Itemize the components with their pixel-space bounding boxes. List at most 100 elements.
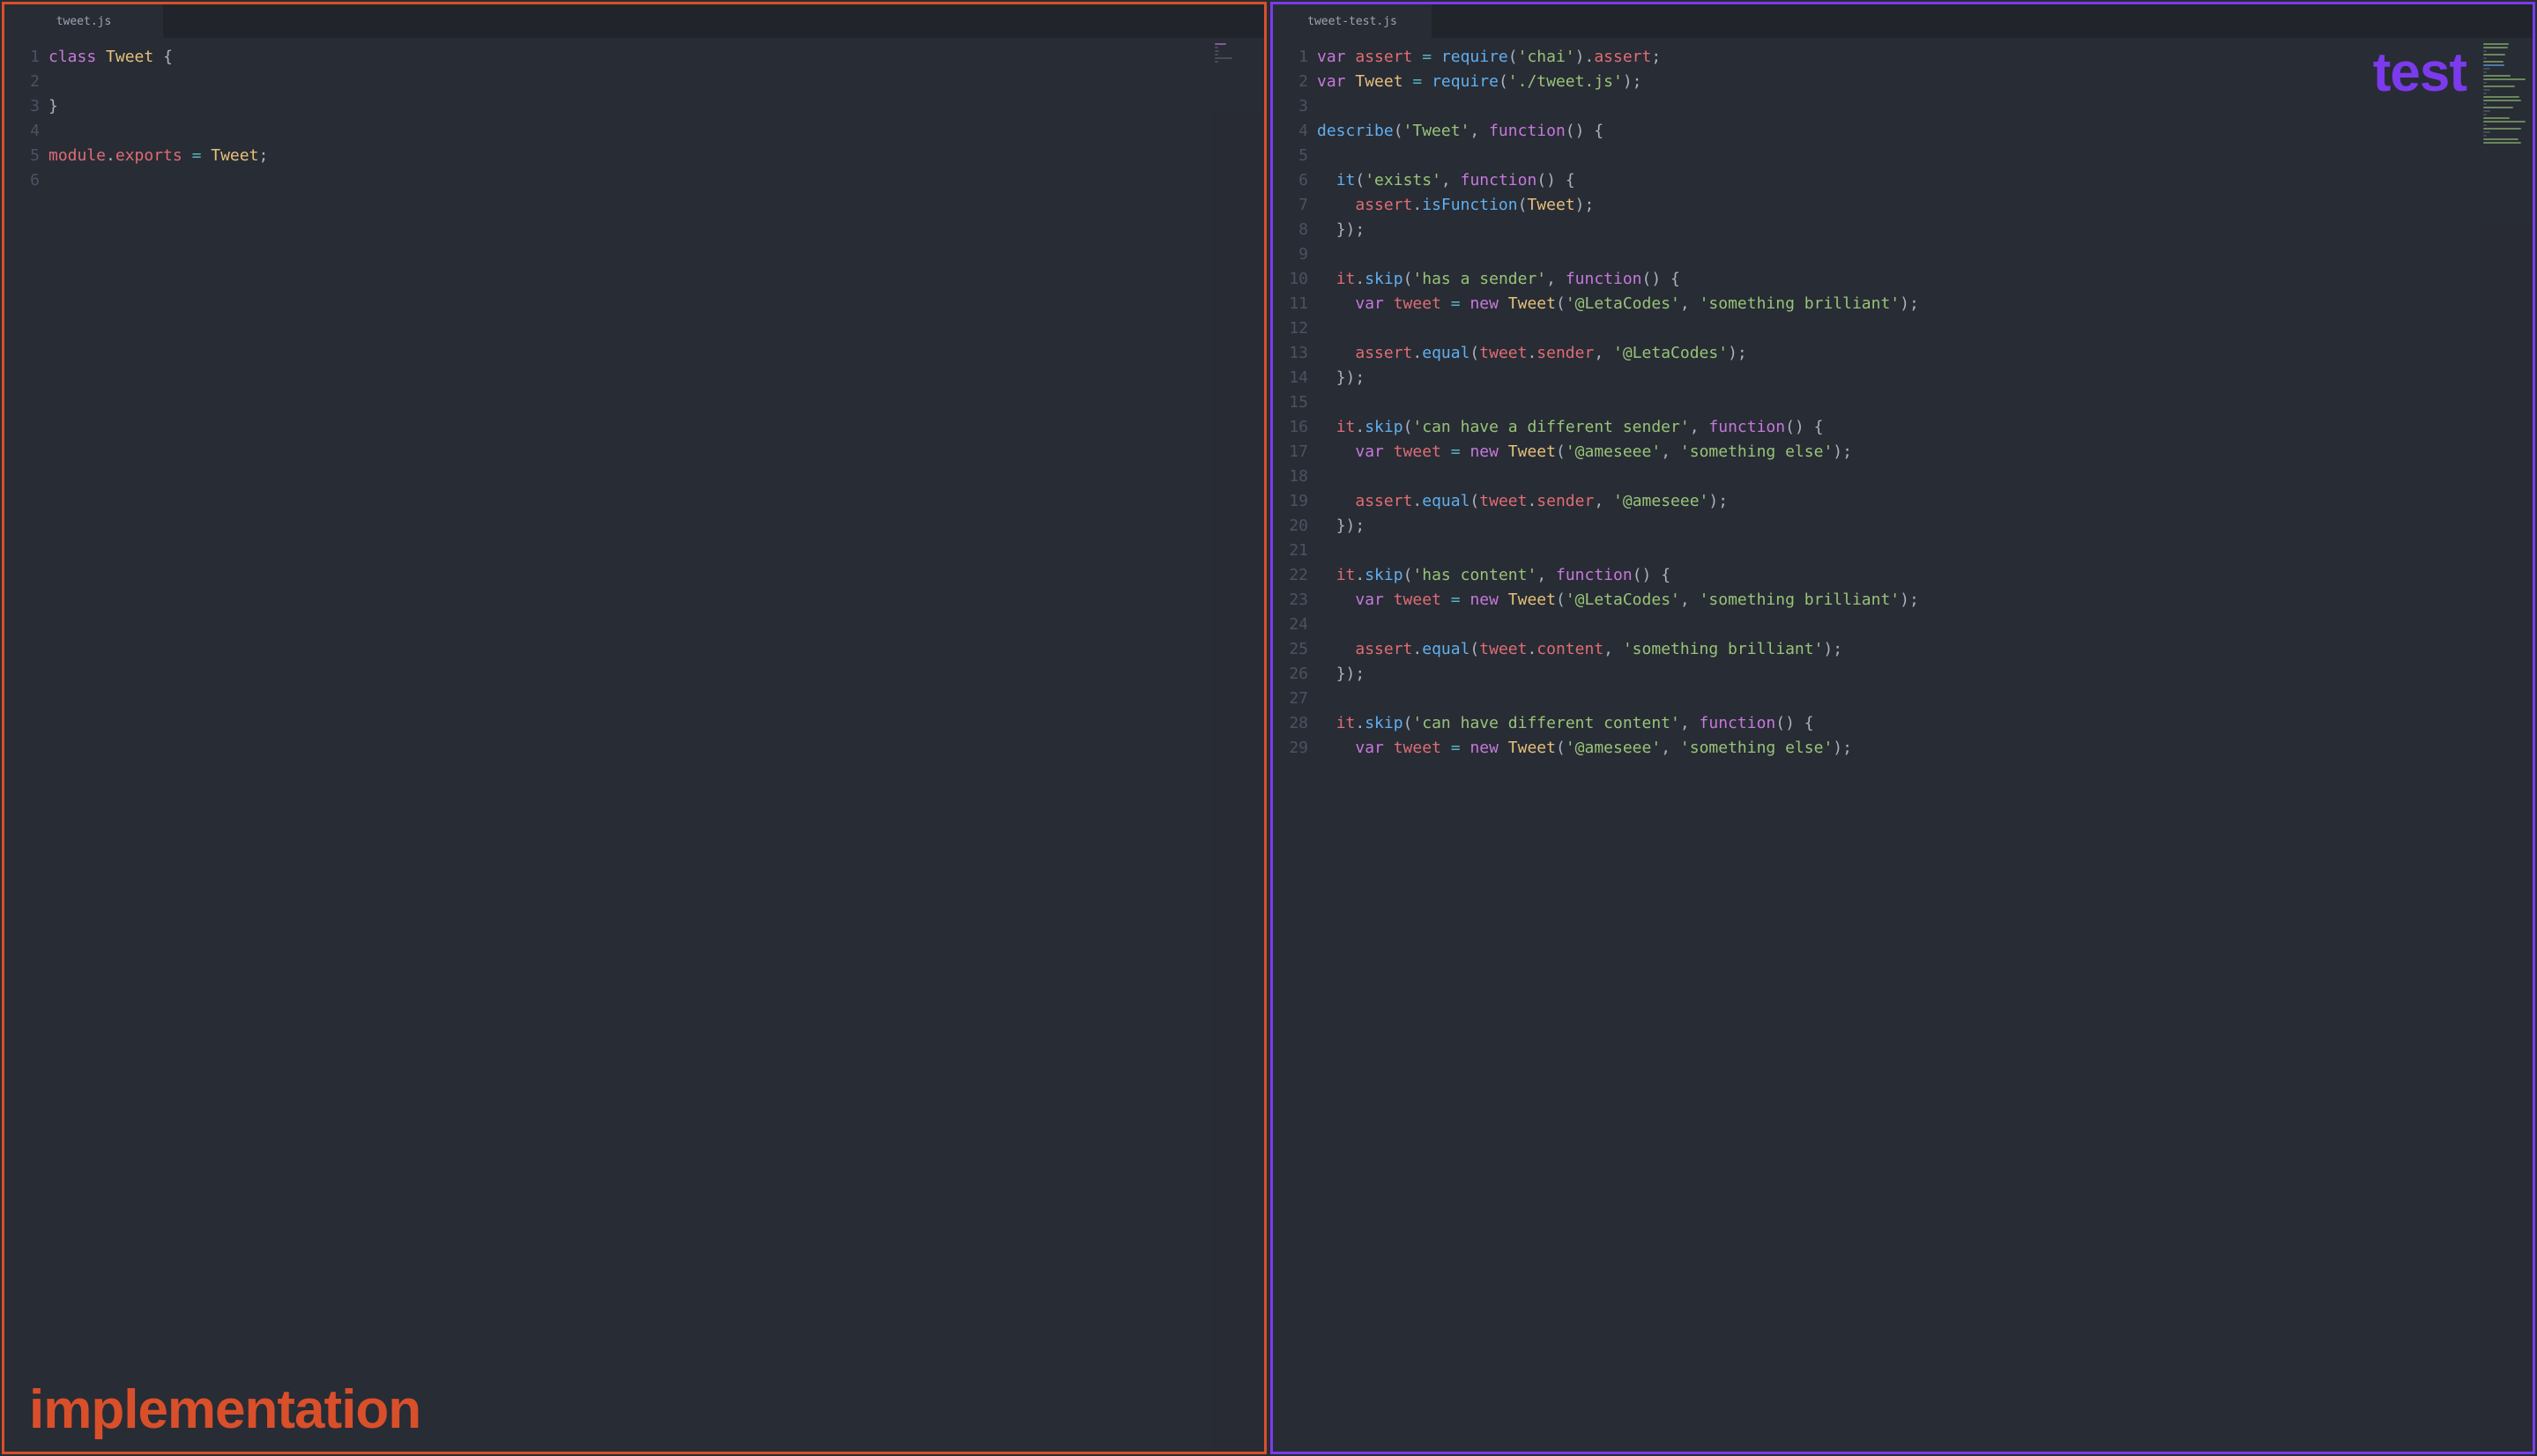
code-line[interactable]: describe('Tweet', function() {: [1317, 119, 2480, 144]
code-line[interactable]: it.skip('can have a different sender', f…: [1317, 415, 2480, 440]
line-number: 15: [1273, 390, 1308, 415]
code-line[interactable]: [1317, 613, 2480, 637]
editor-left[interactable]: 123456 class Tweet { } module.exports = …: [4, 38, 1264, 1452]
line-number: 2: [4, 70, 40, 94]
minimap-line: [2483, 135, 2487, 137]
line-number: 18: [1273, 464, 1308, 489]
line-number: 12: [1273, 316, 1308, 341]
minimap-line: [2483, 121, 2526, 123]
code-line[interactable]: var tweet = new Tweet('@LetaCodes', 'som…: [1317, 588, 2480, 613]
overlay-label-test: test: [2373, 41, 2466, 104]
code-line[interactable]: assert.equal(tweet.sender, '@LetaCodes')…: [1317, 341, 2480, 366]
code-line[interactable]: class Tweet {: [48, 45, 1211, 70]
code-line[interactable]: assert.equal(tweet.content, 'something b…: [1317, 637, 2480, 662]
minimap-left[interactable]: [1211, 38, 1264, 1452]
line-number: 27: [1273, 687, 1308, 711]
minimap-line: [2483, 71, 2487, 73]
line-number: 23: [1273, 588, 1308, 613]
code-line[interactable]: var Tweet = require('./tweet.js');: [1317, 70, 2480, 94]
gutter-right: 1234567891011121314151617181920212223242…: [1273, 38, 1317, 1452]
code-line[interactable]: var tweet = new Tweet('@ameseee', 'somet…: [1317, 440, 2480, 464]
line-number: 29: [1273, 736, 1308, 761]
code-line[interactable]: [1317, 94, 2480, 119]
minimap-line: [1215, 61, 1218, 63]
minimap-line: [2483, 114, 2487, 115]
minimap-line: [2483, 138, 2518, 140]
minimap-right[interactable]: [2480, 38, 2533, 1452]
line-number: 17: [1273, 440, 1308, 464]
minimap-line: [2483, 89, 2490, 91]
code-line[interactable]: });: [1317, 514, 2480, 539]
minimap-line: [2483, 85, 2515, 87]
line-number: 25: [1273, 637, 1308, 662]
tab-tweet-js[interactable]: tweet.js: [4, 4, 163, 38]
line-number: 8: [1273, 218, 1308, 242]
editor-pane-left: tweet.js 123456 class Tweet { } module.e…: [2, 2, 1267, 1454]
code-line[interactable]: [1317, 539, 2480, 563]
minimap-line: [2483, 47, 2508, 48]
code-line[interactable]: var tweet = new Tweet('@ameseee', 'somet…: [1317, 736, 2480, 761]
code-line[interactable]: });: [1317, 662, 2480, 687]
minimap-line: [2483, 100, 2521, 101]
line-number: 1: [4, 45, 40, 70]
minimap-line: [2483, 93, 2487, 94]
minimap-line: [2483, 82, 2487, 84]
code-line[interactable]: it('exists', function() {: [1317, 168, 2480, 193]
line-number: 6: [4, 168, 40, 193]
editor-right[interactable]: 1234567891011121314151617181920212223242…: [1273, 38, 2533, 1452]
code-line[interactable]: assert.isFunction(Tweet);: [1317, 193, 2480, 218]
line-number: 10: [1273, 267, 1308, 292]
minimap-line: [2483, 107, 2513, 108]
line-number: 16: [1273, 415, 1308, 440]
minimap-line: [2483, 75, 2511, 77]
line-number: 1: [1273, 45, 1308, 70]
code-line[interactable]: var tweet = new Tweet('@LetaCodes', 'som…: [1317, 292, 2480, 316]
code-line[interactable]: assert.equal(tweet.sender, '@ameseee');: [1317, 489, 2480, 514]
tab-bar-left: tweet.js: [4, 4, 1264, 38]
code-line[interactable]: module.exports = Tweet;: [48, 144, 1211, 168]
minimap-line: [2483, 54, 2505, 56]
line-number: 2: [1273, 70, 1308, 94]
minimap-line: [2483, 124, 2487, 126]
line-number: 22: [1273, 563, 1308, 588]
code-line[interactable]: [1317, 144, 2480, 168]
line-number: 11: [1273, 292, 1308, 316]
minimap-line: [2483, 68, 2490, 70]
minimap-line: [2483, 43, 2509, 45]
line-number: 3: [1273, 94, 1308, 119]
code-right[interactable]: var assert = require('chai').assert;var …: [1317, 38, 2480, 1452]
code-line[interactable]: it.skip('has a sender', function() {: [1317, 267, 2480, 292]
minimap-line: [2483, 61, 2504, 63]
code-line[interactable]: it.skip('has content', function() {: [1317, 563, 2480, 588]
line-number: 4: [4, 119, 40, 144]
line-number: 20: [1273, 514, 1308, 539]
minimap-line: [1215, 47, 1218, 48]
minimap-line: [2483, 110, 2490, 112]
code-line[interactable]: [1317, 464, 2480, 489]
code-line[interactable]: });: [1317, 218, 2480, 242]
code-line[interactable]: });: [1317, 366, 2480, 390]
tab-bar-right: tweet-test.js: [1273, 4, 2533, 38]
line-number: 5: [4, 144, 40, 168]
code-line[interactable]: var assert = require('chai').assert;: [1317, 45, 2480, 70]
tab-tweet-test-js[interactable]: tweet-test.js: [1273, 4, 1432, 38]
code-line[interactable]: it.skip('can have different content', fu…: [1317, 711, 2480, 736]
minimap-line: [1215, 43, 1226, 45]
code-line[interactable]: [1317, 687, 2480, 711]
line-number: 21: [1273, 539, 1308, 563]
code-line[interactable]: [48, 119, 1211, 144]
code-line[interactable]: [1317, 390, 2480, 415]
minimap-line: [2483, 64, 2504, 66]
minimap-line: [1215, 57, 1232, 59]
code-left[interactable]: class Tweet { } module.exports = Tweet;: [48, 38, 1211, 1452]
code-line[interactable]: [48, 168, 1211, 193]
code-line[interactable]: [1317, 242, 2480, 267]
minimap-line: [2483, 117, 2510, 119]
minimap-line: [2483, 128, 2521, 130]
code-line[interactable]: [1317, 316, 2480, 341]
overlay-label-implementation: implementation: [29, 1378, 420, 1441]
code-line[interactable]: }: [48, 94, 1211, 119]
code-line[interactable]: [48, 70, 1211, 94]
line-number: 6: [1273, 168, 1308, 193]
minimap-line: [2483, 57, 2487, 59]
